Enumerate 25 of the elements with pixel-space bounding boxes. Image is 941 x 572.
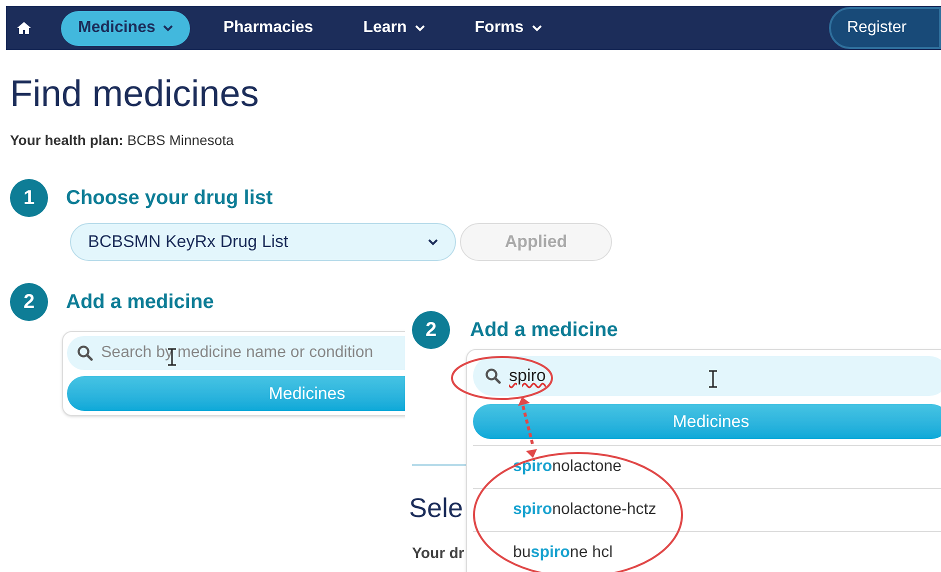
annotation-arrow [518, 397, 537, 458]
page-title: Find medicines [10, 72, 260, 116]
suggestion-item[interactable]: buspirone hcl [513, 541, 613, 565]
health-plan-text: Your health plan: BCBS Minnesota [10, 131, 235, 150]
suggestion-item[interactable]: spironolactone [513, 455, 622, 479]
drug-list-label: Your dr [412, 544, 464, 564]
search-field[interactable]: spiro [473, 356, 941, 396]
nav-link[interactable]: Medicines [61, 10, 190, 46]
nav-link[interactable]: Forms [458, 10, 559, 46]
nav-link[interactable]: Pharmacies [206, 10, 330, 46]
suggestion-item[interactable]: spironolactone-hctz [513, 498, 656, 522]
register-button[interactable]: Register [829, 7, 941, 49]
step-number: 2 [10, 283, 48, 321]
search-icon [485, 368, 501, 384]
search-icon [77, 345, 93, 361]
drug-list-select[interactable]: BCBSMN KeyRx Drug List [70, 223, 456, 261]
nav-link[interactable]: Learn [346, 10, 442, 46]
chevron-down-icon [428, 238, 438, 246]
step-heading: Add a medicine [66, 290, 214, 315]
step-heading: Choose your drug list [66, 186, 273, 211]
home-icon[interactable] [16, 21, 32, 35]
step-number: 1 [10, 179, 48, 217]
text-cursor-icon [708, 370, 718, 388]
section-heading: Sele [409, 492, 464, 525]
step-number: 2 [412, 311, 450, 349]
